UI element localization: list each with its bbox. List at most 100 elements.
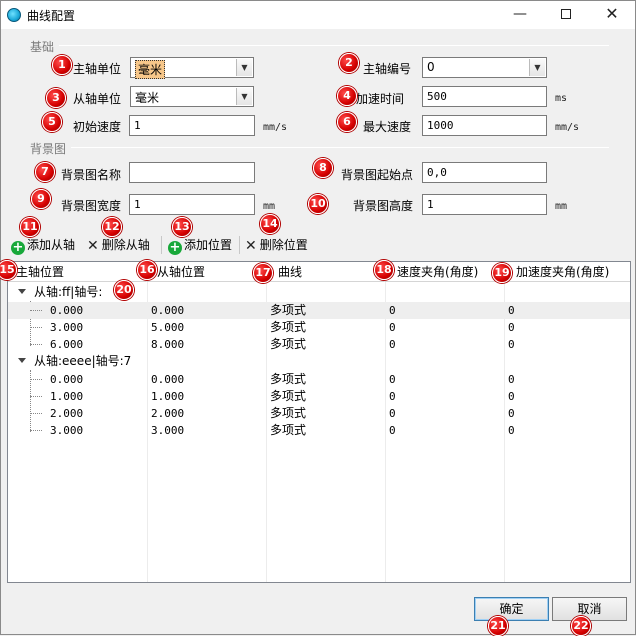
badge-19: 19 <box>492 263 512 283</box>
max-speed-label: 最大速度 <box>363 120 412 134</box>
tree-connector <box>30 413 42 414</box>
tree-group-row[interactable]: 从轴:ff|轴号: <box>8 284 630 301</box>
tree-group-row[interactable]: 从轴:eeee|轴号:7 <box>8 353 630 370</box>
tree-connector <box>30 327 42 328</box>
section-basic-title: 基础 <box>30 40 55 54</box>
section-background-divider <box>71 147 609 148</box>
add-icon: + <box>168 240 182 255</box>
col-header-accel-angle[interactable]: 加速度夹角(角度) <box>504 262 630 282</box>
table-row[interactable]: 3.000 3.000 多项式 0 0 <box>8 422 630 439</box>
slave-unit-value: 毫米 <box>135 91 160 105</box>
master-id-value: 0 <box>427 60 435 74</box>
delete-icon: ✕ <box>87 238 99 254</box>
expand-arrow-icon[interactable] <box>18 358 26 363</box>
group-label: 从轴:eeee|轴号:7 <box>34 354 132 368</box>
cell-curve: 多项式 <box>270 406 307 420</box>
badge-5: 5 <box>42 112 62 132</box>
cancel-button[interactable]: 取消 <box>552 597 627 621</box>
badge-9: 9 <box>31 189 51 209</box>
table-row[interactable]: 3.000 5.000 多项式 0 0 <box>8 319 630 336</box>
table-row[interactable]: 0.000 0.000 多项式 0 0 <box>8 371 630 388</box>
badge-17: 17 <box>253 263 273 283</box>
col-header-curve[interactable]: 曲线 <box>266 262 385 282</box>
grid-header: 主轴位置 从轴位置 曲线 速度夹角(角度) 加速度夹角(角度) <box>8 262 630 282</box>
cell-slave-position: 3.000 <box>151 424 185 437</box>
initial-speed-unit: mm/s <box>263 122 288 133</box>
cell-slave-position: 5.000 <box>151 321 185 334</box>
col-header-slave-position[interactable]: 从轴位置 <box>147 262 266 282</box>
maximize-button[interactable] <box>543 1 589 29</box>
bg-width-unit: mm <box>263 201 276 212</box>
cell-velocity-angle: 0 <box>389 373 396 386</box>
delete-icon: ✕ <box>245 238 257 254</box>
badge-8: 8 <box>313 158 333 178</box>
expand-arrow-icon[interactable] <box>18 289 26 294</box>
cell-velocity-angle: 0 <box>389 424 396 437</box>
bg-name-input[interactable] <box>129 162 255 183</box>
add-position-button[interactable]: + 添加位置 <box>168 234 232 256</box>
table-row[interactable]: 6.000 8.000 多项式 0 0 <box>8 336 630 353</box>
cell-slave-position: 1.000 <box>151 390 185 403</box>
tree-connector <box>30 310 42 311</box>
badge-14: 14 <box>260 214 280 234</box>
badge-18: 18 <box>374 260 394 280</box>
cell-curve: 多项式 <box>270 423 307 437</box>
table-row[interactable]: 1.000 1.000 多项式 0 0 <box>8 388 630 405</box>
cell-accel-angle: 0 <box>508 390 515 403</box>
bg-width-label: 背景图宽度 <box>61 199 122 213</box>
close-icon: ✕ <box>605 4 619 23</box>
bg-height-input[interactable]: 1 <box>422 194 547 215</box>
remove-slave-button[interactable]: ✕ 删除从轴 <box>87 234 150 256</box>
master-unit-value: 毫米 <box>135 60 166 79</box>
badge-13: 13 <box>172 217 192 237</box>
badge-22: 22 <box>571 616 591 636</box>
add-position-label: 添加位置 <box>184 238 233 252</box>
bg-origin-input[interactable]: 0,0 <box>422 162 547 183</box>
section-basic-divider <box>59 45 609 46</box>
ok-button[interactable]: 确定 <box>474 597 549 621</box>
badge-11: 11 <box>20 217 40 237</box>
cell-velocity-angle: 0 <box>389 390 396 403</box>
cell-slave-position: 0.000 <box>151 373 185 386</box>
close-button[interactable]: ✕ <box>589 1 635 29</box>
table-row[interactable]: 2.000 2.000 多项式 0 0 <box>8 405 630 422</box>
accel-time-input[interactable]: 500 <box>422 86 547 107</box>
col-header-velocity-angle[interactable]: 速度夹角(角度) <box>385 262 504 282</box>
cell-curve: 多项式 <box>270 389 307 403</box>
slave-unit-select[interactable]: 毫米 ▼ <box>130 86 254 107</box>
cell-master-position: 1.000 <box>50 390 84 403</box>
master-id-select[interactable]: 0 ▼ <box>422 57 547 78</box>
cell-master-position: 2.000 <box>50 407 84 420</box>
table-row[interactable]: 0.000 0.000 多项式 0 0 <box>8 302 630 319</box>
badge-2: 2 <box>339 53 359 73</box>
max-speed-unit: mm/s <box>555 122 580 133</box>
remove-position-button[interactable]: ✕ 删除位置 <box>245 234 308 256</box>
cell-slave-position: 8.000 <box>151 338 185 351</box>
add-slave-label: 添加从轴 <box>27 238 76 252</box>
initial-speed-input[interactable]: 1 <box>129 115 255 136</box>
minimize-icon: — <box>513 6 527 22</box>
remove-slave-label: 删除从轴 <box>101 238 150 252</box>
cell-curve: 多项式 <box>270 372 307 386</box>
tree-connector <box>30 430 42 431</box>
cell-accel-angle: 0 <box>508 373 515 386</box>
cell-master-position: 3.000 <box>50 424 84 437</box>
cell-master-position: 0.000 <box>50 373 84 386</box>
cell-accel-angle: 0 <box>508 321 515 334</box>
master-id-label: 主轴编号 <box>363 62 412 76</box>
tree-connector <box>30 379 42 380</box>
chevron-down-icon: ▼ <box>529 59 545 76</box>
badge-16: 16 <box>137 260 157 280</box>
bg-height-label: 背景图高度 <box>353 199 414 213</box>
col-header-master-position[interactable]: 主轴位置 <box>8 262 147 282</box>
master-unit-select[interactable]: 毫米 ▼ <box>130 57 254 79</box>
add-slave-button[interactable]: + 添加从轴 <box>11 234 75 256</box>
max-speed-input[interactable]: 1000 <box>422 115 547 136</box>
grid-toolbar: + 添加从轴 ✕ 删除从轴 + 添加位置 ✕ 删除位置 <box>7 232 631 258</box>
curve-data-grid[interactable]: 主轴位置 从轴位置 曲线 速度夹角(角度) 加速度夹角(角度) 从轴:ff|轴号… <box>7 261 631 583</box>
tree-connector <box>30 396 42 397</box>
cell-velocity-angle: 0 <box>389 304 396 317</box>
bg-width-input[interactable]: 1 <box>129 194 255 215</box>
remove-position-label: 删除位置 <box>259 238 308 252</box>
minimize-button[interactable]: — <box>497 1 543 29</box>
